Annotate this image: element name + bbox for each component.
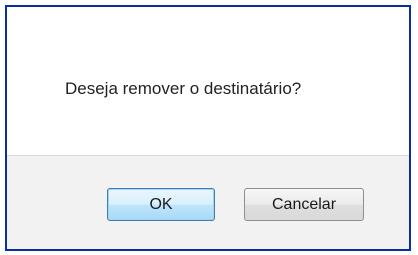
ok-button[interactable]: OK [107,188,215,221]
dialog-footer: OK Cancelar [7,156,409,249]
dialog-body: Deseja remover o destinatário? [7,7,409,156]
confirm-dialog: Deseja remover o destinatário? OK Cancel… [5,5,411,251]
cancel-button[interactable]: Cancelar [244,188,364,221]
dialog-message: Deseja remover o destinatário? [65,79,302,98]
